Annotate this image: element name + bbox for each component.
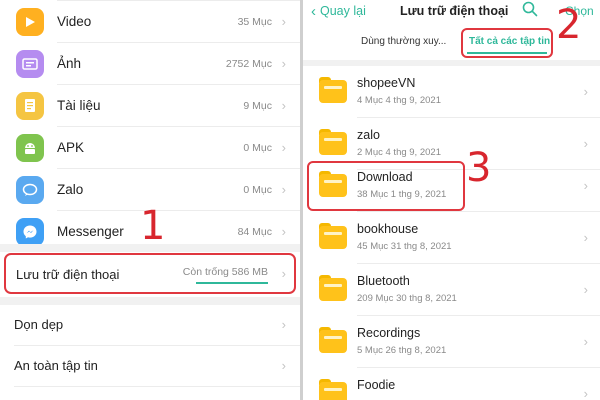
- chevron-right-icon: ›: [583, 386, 588, 400]
- category-apk[interactable]: APK 0 Mục ›: [0, 127, 300, 168]
- android-icon: [16, 133, 44, 162]
- category-count: 0 Mục: [243, 141, 272, 154]
- folder-meta: 209 Mục 30 thg 8, 2021: [357, 293, 457, 304]
- annotation-step-2: 2: [556, 2, 582, 48]
- row-divider: [14, 386, 300, 387]
- category-label: Tài liệu: [57, 98, 101, 113]
- folder-meta: 4 Mục 4 thg 9, 2021: [357, 95, 441, 106]
- chevron-right-icon: ›: [583, 136, 588, 151]
- search-icon[interactable]: [521, 0, 539, 18]
- messenger-icon: [16, 217, 44, 246]
- chevron-right-icon: ›: [281, 266, 286, 281]
- chevron-right-icon: ›: [281, 14, 286, 29]
- right-screen: ‹ Quay lại Lưu trữ điện thoại Chọn Dùng …: [303, 0, 600, 400]
- highlight-box-all-files: [461, 28, 553, 58]
- chevron-right-icon: ›: [281, 98, 286, 113]
- folder-icon: [319, 379, 347, 400]
- folder-meta: 45 Mục 31 thg 8, 2021: [357, 241, 452, 252]
- left-screen: Video 35 Mục › Ảnh 2752 Mục › Tài liệu 9…: [0, 0, 300, 400]
- folder-icon: [319, 129, 347, 155]
- annotation-step-3: 3: [466, 145, 492, 191]
- chevron-right-icon: ›: [281, 182, 286, 197]
- category-video[interactable]: Video 35 Mục ›: [0, 1, 300, 42]
- image-icon: [16, 49, 44, 78]
- chevron-left-icon: ‹: [311, 2, 316, 20]
- back-button[interactable]: ‹ Quay lại: [311, 2, 366, 20]
- folder-row[interactable]: shopeeVN 4 Mục 4 thg 9, 2021 ›: [303, 66, 600, 118]
- chevron-right-icon: ›: [281, 224, 286, 239]
- folder-row[interactable]: Foodie ›: [303, 368, 600, 400]
- folder-row[interactable]: Recordings 5 Mục 26 thg 8, 2021 ›: [303, 316, 600, 368]
- page-title: Lưu trữ điện thoại: [400, 4, 509, 18]
- menu-label: Dọn dẹp: [14, 317, 64, 332]
- folder-icon: [319, 223, 347, 249]
- chevron-right-icon: ›: [583, 178, 588, 193]
- chevron-right-icon: ›: [281, 317, 286, 332]
- category-documents[interactable]: Tài liệu 9 Mục ›: [0, 85, 300, 126]
- category-images[interactable]: Ảnh 2752 Mục ›: [0, 43, 300, 84]
- category-count: 35 Mục: [237, 15, 272, 28]
- folder-icon: [319, 77, 347, 103]
- storage-usage-bar: [196, 282, 268, 284]
- category-label: Video: [57, 14, 92, 29]
- category-label: Zalo: [57, 182, 84, 197]
- video-icon: [16, 7, 44, 36]
- category-count: 84 Mục: [237, 225, 272, 238]
- folder-name: Foodie: [357, 378, 396, 392]
- folder-name: Bluetooth: [357, 274, 410, 288]
- chevron-right-icon: ›: [583, 334, 588, 349]
- tab-frequently-used[interactable]: Dùng thường xuy...: [361, 36, 446, 47]
- chevron-right-icon: ›: [583, 282, 588, 297]
- folder-icon: [319, 275, 347, 301]
- category-label: APK: [57, 140, 85, 155]
- folder-name: bookhouse: [357, 222, 419, 236]
- folder-row[interactable]: bookhouse 45 Mục 31 thg 8, 2021 ›: [303, 212, 600, 264]
- annotation-step-1: 1: [140, 203, 166, 249]
- folder-name: shopeeVN: [357, 76, 416, 90]
- folder-meta: 2 Mục 4 thg 9, 2021: [357, 147, 441, 158]
- document-icon: [16, 91, 44, 120]
- category-count: 0 Mục: [243, 183, 272, 196]
- section-gap: [0, 297, 300, 305]
- chevron-right-icon: ›: [281, 358, 286, 373]
- storage-free-space: Còn trống 586 MB: [182, 266, 268, 278]
- menu-label: An toàn tập tin: [14, 358, 98, 373]
- chevron-right-icon: ›: [281, 140, 286, 155]
- folder-meta: 5 Mục 26 thg 8, 2021: [357, 345, 447, 356]
- folder-icon: [319, 327, 347, 353]
- category-count: 9 Mục: [243, 99, 272, 112]
- category-label: Messenger: [57, 224, 124, 239]
- folder-name: zalo: [357, 128, 380, 142]
- folder-row[interactable]: Bluetooth 209 Mục 30 thg 8, 2021 ›: [303, 264, 600, 316]
- menu-file-safety[interactable]: An toàn tập tin ›: [0, 346, 300, 386]
- category-label: Ảnh: [57, 56, 82, 71]
- category-count: 2752 Mục: [225, 57, 272, 70]
- chevron-right-icon: ›: [583, 230, 588, 245]
- phone-storage-row[interactable]: Lưu trữ điện thoại Còn trống 586 MB ›: [4, 253, 296, 294]
- menu-cleanup[interactable]: Dọn dẹp ›: [0, 305, 300, 345]
- storage-label: Lưu trữ điện thoại: [16, 267, 120, 282]
- folder-name: Recordings: [357, 326, 421, 340]
- chevron-right-icon: ›: [281, 56, 286, 71]
- chevron-right-icon: ›: [583, 84, 588, 99]
- highlight-box-download: [307, 161, 465, 211]
- zalo-icon: [16, 175, 44, 204]
- back-label: Quay lại: [320, 4, 366, 18]
